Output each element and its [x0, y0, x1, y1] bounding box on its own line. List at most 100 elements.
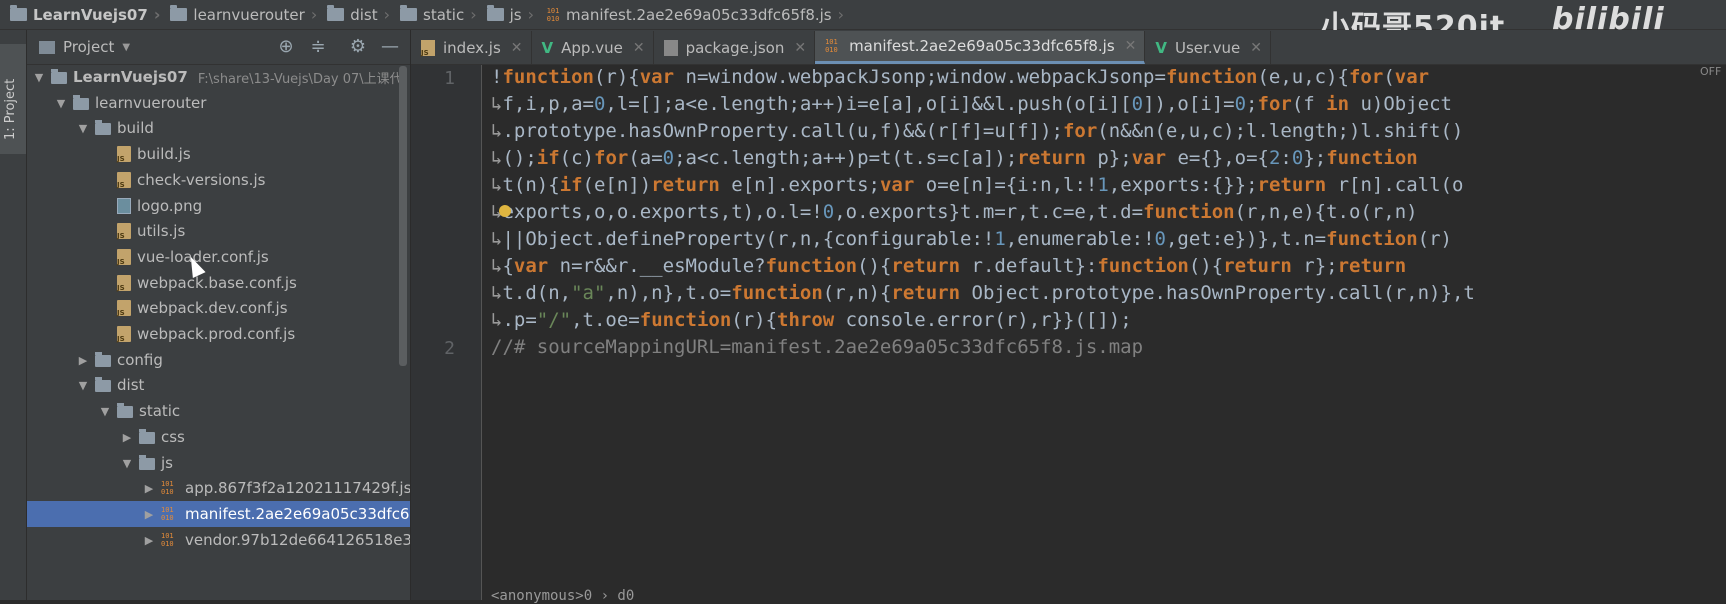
collapse-arrow-icon[interactable]: ▶	[143, 534, 155, 547]
minimize-icon[interactable]: —	[379, 36, 401, 58]
breadcrumb-item-static[interactable]: static ›	[390, 0, 477, 30]
close-icon[interactable]: ✕	[511, 40, 523, 56]
binary-file-icon: 101 010	[161, 506, 174, 522]
expand-arrow-icon[interactable]: ▼	[99, 405, 111, 418]
tree-item[interactable]: ·webpack.base.conf.js	[27, 270, 410, 296]
close-icon[interactable]: ✕	[1250, 40, 1262, 56]
line-number: 2	[444, 338, 455, 359]
tree-item-label: webpack.dev.conf.js	[137, 299, 288, 317]
tree-item-label: vue-loader.conf.js	[137, 248, 269, 266]
folder-icon	[139, 455, 155, 470]
tree-item[interactable]: ·utils.js	[27, 218, 410, 244]
tree-item-label: webpack.prod.conf.js	[137, 325, 296, 343]
code-line: ↳f,i,p,a=0,l=[];a<e.length;a++)i=e[a],o[…	[491, 93, 1452, 115]
tree-item[interactable]: ·webpack.prod.conf.js	[27, 321, 410, 347]
tree-scrollbar[interactable]	[399, 66, 407, 366]
editor-tab-bar: index.js ✕ V App.vue ✕ package.json ✕ 101010 man…	[411, 30, 1726, 65]
editor-tab[interactable]: V User.vue ✕	[1145, 31, 1271, 64]
tree-item[interactable]: ▶ 101 010 manifest.2ae2e69a05c33dfc65f8	[27, 501, 410, 527]
editor-tab-label: index.js	[443, 38, 501, 57]
code-line: ↳.prototype.hasOwnProperty.call(u,f)&&(r…	[491, 120, 1464, 142]
folder-icon	[95, 120, 111, 135]
tree-item[interactable]: ▼ dist	[27, 372, 410, 398]
tree-item-path: F:\share\13-Vuejs\Day 07\上课代	[197, 71, 403, 87]
tree-item[interactable]: ·vue-loader.conf.js	[27, 244, 410, 270]
folder-icon	[73, 95, 89, 110]
collapse-all-icon[interactable]: ≑	[307, 36, 329, 58]
tree-item-label: learnvuerouter	[95, 94, 207, 112]
breadcrumb-item-learnvuerouter[interactable]: learnvuerouter ›	[160, 0, 317, 30]
js-file-icon	[117, 172, 131, 189]
folder-icon	[10, 5, 27, 21]
editor-tab-label: App.vue	[561, 38, 623, 57]
off-label: OFF	[1700, 65, 1722, 78]
collapse-arrow-icon[interactable]: ▶	[143, 482, 155, 495]
breadcrumb-item-js[interactable]: js ›	[477, 0, 534, 30]
code-comment-line: //# sourceMappingURL=manifest.2ae2e69a05…	[491, 336, 1144, 358]
code-line: ↳exports,o,o.exports,t),o.l=!0,o.exports…	[491, 201, 1418, 223]
breadcrumb-item-dist[interactable]: dist ›	[317, 0, 390, 30]
breadcrumb-item-project[interactable]: LearnVuejs07 ›	[0, 0, 160, 30]
collapse-arrow-icon[interactable]: ▶	[143, 508, 155, 521]
code-line: ↳||Object.defineProperty(r,n,{configurab…	[491, 228, 1452, 250]
editor-tab[interactable]: package.json ✕	[654, 31, 816, 64]
breadcrumb: LearnVuejs07 › learnvuerouter › dist › stat…	[0, 0, 1726, 45]
binary-file-icon: 101 010	[161, 480, 174, 496]
chevron-right-icon: ›	[153, 5, 161, 24]
code-line: ↳();if(c)for(a=0;a<c.length;a++)p=t(t.s=…	[491, 147, 1418, 169]
expand-arrow-icon[interactable]: ▼	[33, 71, 45, 84]
tree-item[interactable]: ▼ learnvuerouter	[27, 90, 410, 116]
tree-item-label: logo.png	[137, 197, 203, 215]
folder-icon	[95, 377, 111, 392]
tree-item[interactable]: ▼ LearnVuejs07 F:\share\13-Vuejs\Day 07\上课…	[27, 64, 410, 90]
expand-arrow-icon[interactable]: ▼	[77, 379, 89, 392]
project-panel-title[interactable]: Project	[63, 38, 114, 56]
tree-item[interactable]: ·webpack.dev.conf.js	[27, 295, 410, 321]
folder-icon	[327, 5, 345, 21]
expand-arrow-icon[interactable]: ▼	[77, 122, 89, 135]
tree-item[interactable]: ·check-versions.js	[27, 167, 410, 193]
close-icon[interactable]: ✕	[794, 40, 806, 56]
breadcrumb-status: <anonymous>0 › d0	[491, 588, 635, 604]
tree-item[interactable]: ▶ 101 010 app.867f3f2a12021117429f.js	[27, 475, 410, 501]
tree-item[interactable]: ·logo.png	[27, 193, 410, 219]
lightbulb-icon[interactable]	[499, 205, 511, 217]
js-file-icon	[117, 249, 131, 266]
tree-item[interactable]: ·build.js	[27, 141, 410, 167]
folder-icon	[95, 352, 111, 367]
tree-item-label: dist	[117, 376, 145, 394]
expand-arrow-icon[interactable]: ▼	[55, 97, 67, 110]
editor-tab[interactable]: index.js ✕	[411, 31, 532, 64]
tree-item[interactable]: ▼ js	[27, 450, 410, 476]
code-editor[interactable]: !function(r){var n=window.webpackJsonp;w…	[491, 64, 1721, 534]
editor-tab-label: User.vue	[1175, 38, 1241, 57]
code-line: !function(r){var n=window.webpackJsonp;w…	[491, 66, 1430, 88]
collapse-arrow-icon[interactable]: ▶	[121, 431, 133, 444]
project-icon	[39, 40, 55, 54]
tree-item-label: static	[139, 402, 181, 420]
close-icon[interactable]: ✕	[1125, 38, 1137, 54]
expand-arrow-icon[interactable]: ▼	[121, 457, 133, 470]
vue-file-icon: V	[1155, 38, 1168, 57]
binary-file-icon: 101 010	[161, 532, 174, 548]
tree-item[interactable]: ▶ 101 010 vendor.97b12de664126518e3e0	[27, 527, 410, 553]
editor-tab[interactable]: 101 010 manifest.2ae2e69a05c33dfc65f8.js ✕	[815, 31, 1146, 64]
tree-item[interactable]: ▶ css	[27, 424, 410, 450]
project-panel-header: Project ▼ ⊕ ≑ ⚙ —	[27, 30, 410, 65]
tree-item[interactable]: ▼ build	[27, 115, 410, 141]
image-file-icon	[117, 198, 131, 214]
tree-item-label: js	[161, 454, 173, 472]
gear-icon[interactable]: ⚙	[347, 36, 369, 58]
close-icon[interactable]: ✕	[633, 40, 645, 56]
chevron-down-icon[interactable]: ▼	[122, 42, 130, 53]
folder-icon	[400, 5, 418, 21]
project-tool-button[interactable]: 1: Project	[0, 44, 26, 154]
locate-icon[interactable]: ⊕	[275, 36, 297, 58]
tree-item-label: config	[117, 351, 163, 369]
editor-tab[interactable]: V App.vue ✕	[532, 31, 654, 64]
tree-item-label: css	[161, 428, 185, 446]
tree-item[interactable]: ▶ config	[27, 347, 410, 373]
breadcrumb-item-file[interactable]: 101 010 manifest.2ae2e69a05c33dfc65f8.js ›	[534, 0, 844, 30]
collapse-arrow-icon[interactable]: ▶	[77, 354, 89, 367]
tree-item[interactable]: ▼ static	[27, 398, 410, 424]
